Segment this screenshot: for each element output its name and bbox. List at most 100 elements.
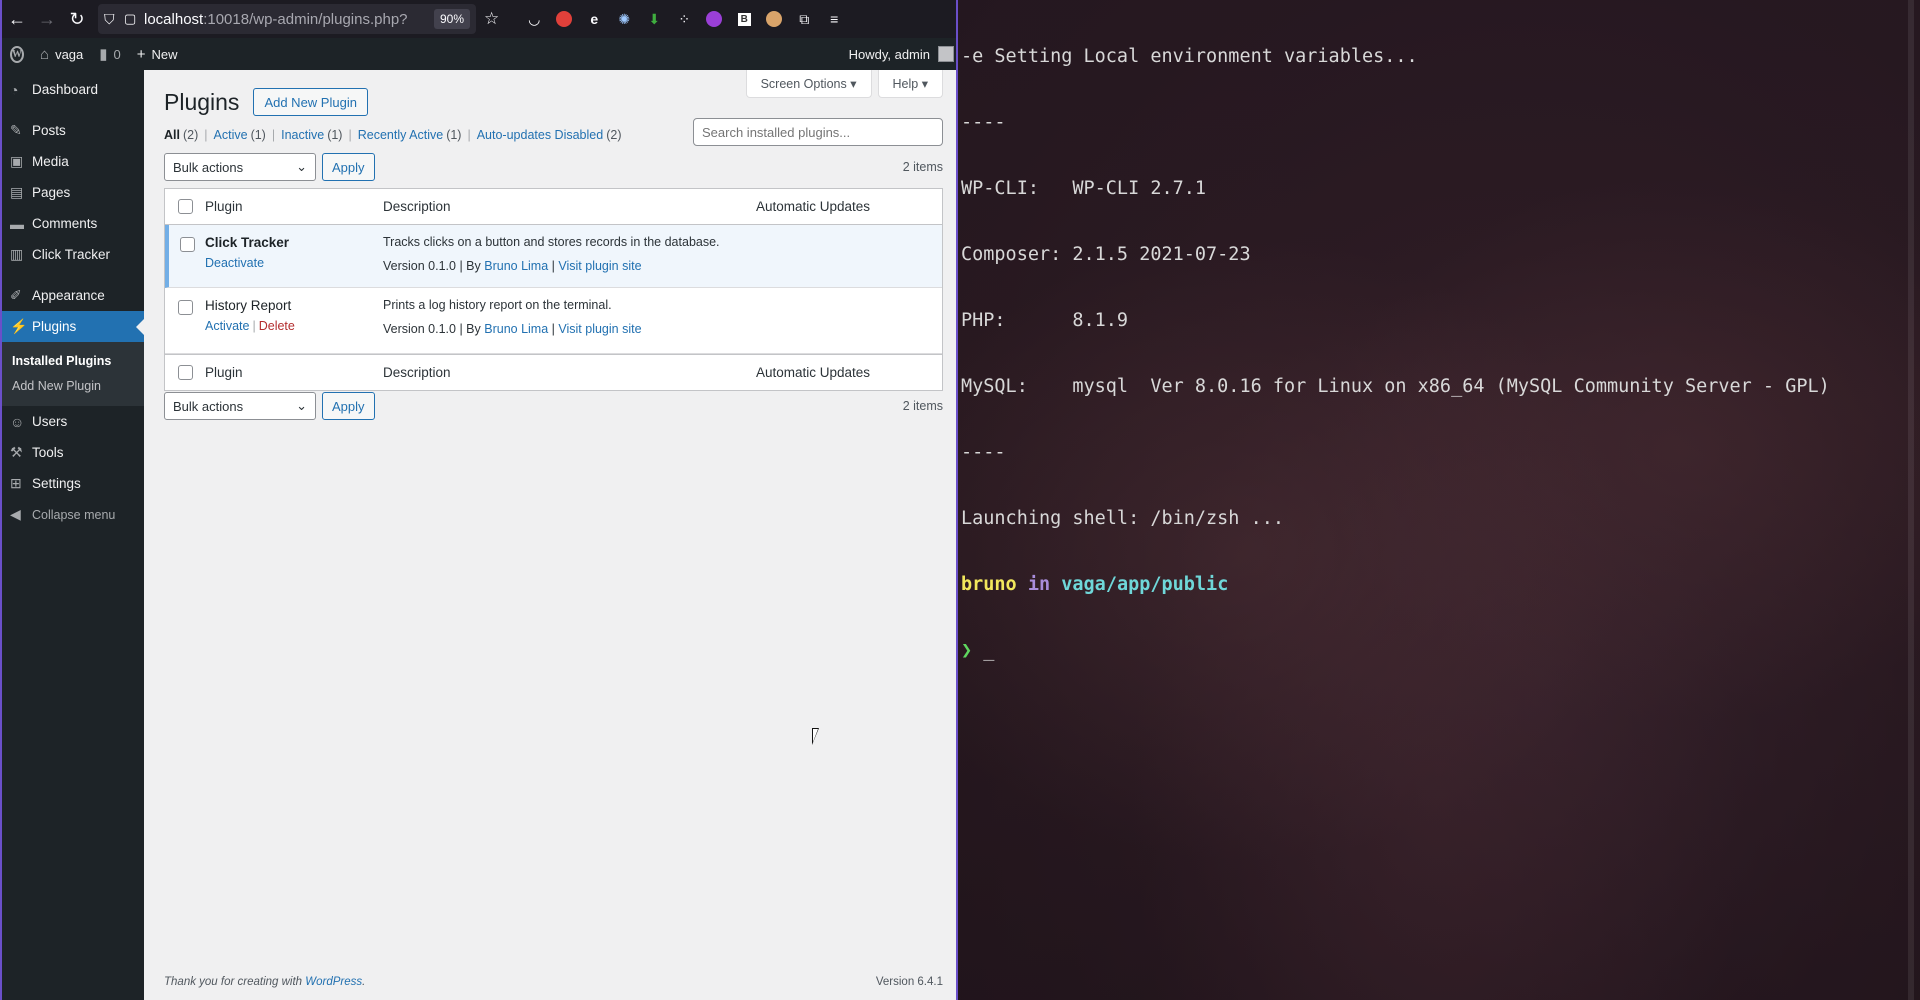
visit-plugin-site-link[interactable]: Visit plugin site: [558, 259, 641, 273]
column-footer-auto-updates: Automatic Updates: [756, 365, 871, 380]
plugin-checkbox[interactable]: [179, 237, 195, 252]
terminal-input-line[interactable]: ❯ _: [961, 640, 1830, 662]
filter-recently-active[interactable]: Recently Active: [358, 128, 443, 142]
purple-extension-icon[interactable]: [699, 4, 729, 34]
menu-item-settings[interactable]: ⊞ Settings: [2, 468, 144, 499]
add-new-plugin-button[interactable]: Add New Plugin: [253, 88, 368, 116]
url-text[interactable]: localhost:10018/wp-admin/plugins.php?: [144, 11, 430, 28]
plugin-icon: ⚡: [10, 318, 28, 334]
e-extension-icon[interactable]: e: [579, 4, 609, 34]
menu-item-dashboard[interactable]: ◔ Dashboard: [2, 74, 144, 105]
forward-icon[interactable]: →: [32, 4, 62, 34]
submenu-installed-plugins[interactable]: Installed Plugins: [2, 348, 144, 373]
menu-item-comments[interactable]: ▬ Comments: [2, 208, 144, 239]
submenu-add-new-plugin[interactable]: Add New Plugin: [2, 373, 144, 398]
terminal-window[interactable]: -e Setting Local environment variables..…: [958, 0, 1920, 1000]
site-name-link[interactable]: ⌂ vaga: [32, 38, 91, 70]
filter-all[interactable]: All (2): [164, 128, 198, 142]
author-link[interactable]: Bruno Lima: [484, 259, 548, 273]
filter-auto-updates-disabled[interactable]: Auto-updates Disabled: [477, 128, 603, 142]
adblock-icon[interactable]: [549, 4, 579, 34]
search-plugins-input[interactable]: [693, 118, 943, 146]
help-button[interactable]: Help ▾: [877, 70, 943, 98]
wrench-icon: ⚒: [10, 444, 23, 460]
page-icon: ▢: [124, 11, 137, 26]
download-icon[interactable]: ⬇: [639, 4, 669, 34]
table-header: Plugin Description Automatic Updates: [165, 189, 942, 225]
collapse-arrow-icon: ◀: [10, 506, 21, 522]
menu-item-posts[interactable]: ✎ Posts: [2, 115, 144, 146]
browser-window: ← → ↻ ⛉ ▢ localhost:10018/wp-admin/plugi…: [0, 0, 958, 1000]
puzzle-icon[interactable]: ⧉: [789, 4, 819, 34]
menu-item-media[interactable]: ▣ Media: [2, 146, 144, 177]
url-bar[interactable]: ⛉ ▢ localhost:10018/wp-admin/plugins.php…: [98, 4, 476, 34]
menu-item-users[interactable]: ☺ Users: [2, 406, 144, 437]
plugin-checkbox[interactable]: [177, 300, 193, 315]
terminal-line: PHP: 8.1.9: [961, 310, 1129, 331]
delete-link[interactable]: Delete: [259, 319, 295, 333]
page-title: Plugins: [164, 88, 240, 115]
activate-link[interactable]: Activate: [205, 319, 249, 333]
filter-inactive[interactable]: Inactive: [281, 128, 324, 142]
menu-item-tools[interactable]: ⚒ Tools: [2, 437, 144, 468]
plugins-table: Plugin Description Automatic Updates Cli…: [164, 188, 943, 391]
menu-item-plugins[interactable]: ⚡ Plugins: [2, 311, 144, 342]
plugin-status-filters: All (2) | Active (1) | Inactive (1) | Recen…: [164, 128, 622, 142]
dots-extension-icon[interactable]: ⁘: [669, 4, 699, 34]
zoom-badge[interactable]: 90%: [433, 9, 470, 29]
column-header-plugin: Plugin: [205, 199, 243, 214]
terminal-line: Launching shell: /bin/zsh ...: [961, 508, 1285, 529]
text-cursor: _: [983, 640, 995, 661]
apply-button[interactable]: Apply: [322, 392, 375, 420]
menu-item-pages[interactable]: ▤ Pages: [2, 177, 144, 208]
menu-item-click-tracker[interactable]: ▥ Click Tracker: [2, 239, 144, 270]
bulk-actions-select[interactable]: Bulk actions ⌄: [164, 392, 316, 420]
wordpress-logo-icon[interactable]: W: [2, 38, 32, 70]
pocket-icon[interactable]: ◡: [519, 4, 549, 34]
items-count: 2 items: [902, 399, 943, 413]
my-account[interactable]: Howdy, admin: [848, 46, 956, 62]
reload-icon[interactable]: ↻: [62, 4, 92, 34]
select-all-checkbox[interactable]: [177, 199, 193, 214]
dashboard-icon: ◔: [10, 81, 19, 98]
user-icon: ☺: [10, 413, 25, 430]
settings-icon: ⊞: [10, 475, 22, 491]
tablenav-bottom: Bulk actions ⌄ Apply 2 items: [164, 391, 943, 421]
caret-down-icon: ▾: [921, 77, 928, 91]
tablenav-top: Bulk actions ⌄ Apply 2 items: [164, 152, 943, 182]
hamburger-menu-icon[interactable]: ≡: [819, 4, 849, 34]
column-header-description: Description: [383, 199, 451, 214]
cookie-extension-icon[interactable]: [759, 4, 789, 34]
shield-icon[interactable]: ⛉: [104, 11, 124, 28]
author-link[interactable]: Bruno Lima: [484, 322, 548, 336]
deactivate-link[interactable]: Deactivate: [205, 256, 264, 270]
bulk-actions-select[interactable]: Bulk actions ⌄: [164, 153, 316, 181]
new-content-link[interactable]: + New: [129, 38, 186, 70]
screen-options-button[interactable]: Screen Options ▾: [745, 70, 872, 98]
back-icon[interactable]: ←: [2, 4, 32, 34]
react-icon[interactable]: ✺: [609, 4, 639, 34]
visit-plugin-site-link[interactable]: Visit plugin site: [558, 322, 641, 336]
column-header-auto-updates: Automatic Updates: [756, 199, 871, 214]
terminal-line: WP-CLI: WP-CLI 2.7.1: [961, 178, 1207, 199]
plus-icon: +: [136, 45, 146, 63]
footer-version: Version 6.4.1: [875, 976, 943, 988]
terminal-line: ----: [961, 112, 1006, 133]
apply-button[interactable]: Apply: [322, 153, 375, 181]
howdy-text: Howdy, admin: [848, 46, 930, 62]
caret-down-icon: ▾: [850, 77, 857, 91]
select-all-checkbox[interactable]: [177, 365, 193, 380]
collapse-menu-button[interactable]: ◀ Collapse menu: [2, 499, 144, 530]
bookmark-star-icon[interactable]: ☆: [484, 9, 499, 29]
comments-link[interactable]: ▮ 0: [91, 38, 129, 70]
menu-item-appearance[interactable]: ✐ Appearance: [2, 280, 144, 311]
plugin-description: Tracks clicks on a button and stores rec…: [383, 235, 720, 249]
items-count: 2 items: [902, 160, 943, 174]
terminal-scrollbar[interactable]: [1908, 0, 1914, 1000]
filter-active[interactable]: Active: [214, 128, 248, 142]
b-extension-icon[interactable]: B: [729, 4, 759, 34]
admin-footer: Thank you for creating with WordPress. V…: [164, 976, 943, 988]
wordpress-link[interactable]: WordPress: [305, 976, 362, 988]
plugin-name: Click Tracker: [205, 235, 290, 250]
media-icon: ▣: [10, 153, 24, 169]
